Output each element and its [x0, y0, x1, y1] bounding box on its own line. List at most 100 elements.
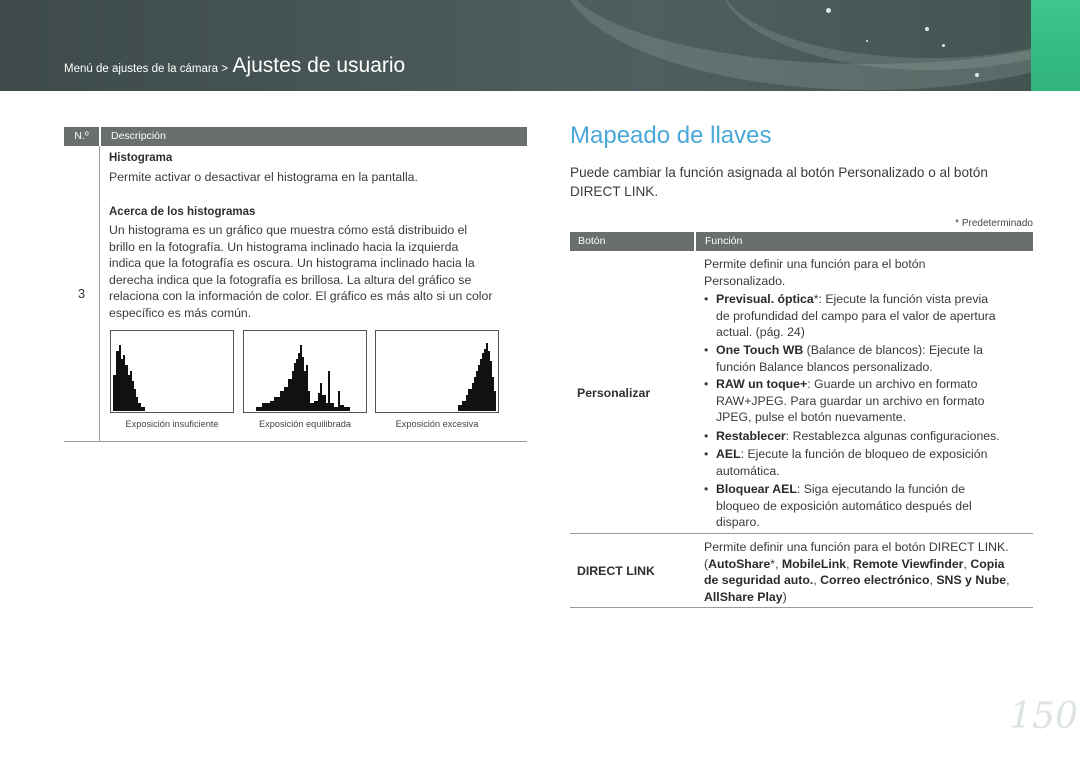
- bullet-icon: •: [704, 377, 709, 391]
- about-histograms-text: Un histograma es un gráfico que muestra …: [109, 222, 492, 322]
- about-histograms-heading: Acerca de los histogramas: [109, 206, 256, 218]
- text-line: RAW+JPEG. Para guardar un archivo en for…: [716, 393, 985, 408]
- text-line: de seguridad auto., Correo electrónico, …: [704, 572, 1009, 589]
- bullet-icon: •: [704, 343, 709, 357]
- text-line: Restablecer: Restablezca algunas configu…: [716, 428, 1000, 445]
- text-line: Previsual. óptica*: Ejecute la función v…: [716, 291, 996, 308]
- table-divider: [99, 146, 100, 442]
- text-fragment: *,: [770, 556, 782, 571]
- intro-line: Puede cambiar la función asignada al bot…: [570, 165, 988, 180]
- right-table-header: Botón Función: [570, 232, 1033, 251]
- option-restablecer: Restablecer: Restablezca algunas configu…: [716, 428, 1000, 445]
- option-name: SNS y Nube: [936, 573, 1007, 588]
- option-name: Correo electrónico: [820, 573, 930, 588]
- text-line: JPEG, pulse el botón nuevamente.: [716, 410, 907, 425]
- breadcrumb: Menú de ajustes de la cámara > Ajustes d…: [64, 54, 405, 78]
- text-line: función Balance blancos personalizado.: [716, 359, 933, 374]
- header-banner: Menú de ajustes de la cámara > Ajustes d…: [0, 0, 1080, 91]
- key-direct-link: DIRECT LINK: [577, 564, 655, 578]
- chapter-tab[interactable]: [1031, 0, 1080, 91]
- option-name: Copia: [970, 556, 1005, 571]
- banner-sparkle: [866, 40, 868, 42]
- bullet-icon: •: [704, 292, 709, 306]
- option-name: Restablecer: [716, 429, 786, 443]
- caption-overexposed: Exposición excesiva: [395, 419, 479, 429]
- text-line: Permite definir una función para el botó…: [704, 257, 926, 271]
- text-fragment: ): [782, 589, 787, 604]
- section-intro: Puede cambiar la función asignada al bot…: [570, 163, 1040, 201]
- left-table-header: N.º Descripción: [64, 127, 527, 146]
- section-title: Mapeado de llaves: [570, 122, 772, 149]
- histogram-shape: [113, 345, 145, 411]
- text-line: de profundidad del campo para el valor d…: [716, 308, 996, 323]
- text-line: derecha indica que la fotografía es bril…: [109, 272, 472, 287]
- text-line: disparo.: [716, 515, 760, 530]
- option-name: One Touch WB: [716, 343, 804, 357]
- histogram-shape: [458, 343, 496, 411]
- table-bottom-rule: [570, 607, 1033, 608]
- table-row-divider: [570, 533, 1033, 534]
- histogram-heading: Histograma: [109, 152, 173, 164]
- text-line: actual. (pág. 24): [716, 325, 805, 340]
- option-raw-toque: RAW un toque+: Guarde un archivo en form…: [716, 376, 985, 426]
- text-line: Personalizado.: [704, 273, 786, 288]
- default-footnote: * Predeterminado: [955, 218, 1033, 229]
- column-button-header: Botón: [578, 235, 606, 247]
- histogram-description: Permite activar o desactivar el histogra…: [109, 170, 418, 184]
- breadcrumb-current: Ajustes de usuario: [232, 54, 406, 77]
- bullet-icon: •: [704, 447, 709, 461]
- text-line: relaciona con la información de color. E…: [109, 289, 493, 304]
- histogram-balanced-image: [243, 330, 367, 413]
- bullet-icon: •: [704, 482, 709, 496]
- banner-sparkle: [942, 44, 945, 47]
- text-line: indica que la fotografía es oscura. Un h…: [109, 256, 475, 271]
- text-line: RAW un toque+: Guarde un archivo en form…: [716, 376, 985, 393]
- option-name: AutoShare: [708, 556, 771, 571]
- option-text: *: Ejecute la función vista previa: [813, 292, 989, 306]
- caption-underexposed: Exposición insuficiente: [125, 419, 219, 429]
- column-function-header: Función: [694, 232, 742, 251]
- option-one-touch-wb: One Touch WB (Balance de blancos): Ejecu…: [716, 342, 983, 375]
- option-bloquear-ael: Bloquear AEL: Siga ejecutando la función…: [716, 481, 972, 531]
- histogram-overexposed-image: [375, 330, 499, 413]
- personalizar-intro: Permite definir una función para el botó…: [704, 256, 925, 289]
- option-text: : Siga ejecutando la función de: [796, 482, 966, 496]
- histogram-underexposed-image: [110, 330, 234, 413]
- text-line: Permite definir una función para el botó…: [704, 540, 1009, 554]
- text-line: Un histograma es un gráfico que muestra …: [109, 223, 468, 237]
- intro-line: DIRECT LINK.: [570, 184, 659, 199]
- text-line: AEL: Ejecute la función de bloqueo de ex…: [716, 446, 987, 463]
- option-text: (Balance de blancos): Ejecute la: [803, 343, 983, 357]
- text-line: AllShare Play): [704, 589, 1009, 606]
- option-name: RAW un toque+: [716, 377, 808, 391]
- banner-sparkle: [925, 27, 929, 31]
- histogram-shape: [256, 345, 350, 411]
- text-line: Bloquear AEL: Siga ejecutando la función…: [716, 481, 972, 498]
- option-name: de seguridad auto.: [704, 573, 814, 588]
- text-fragment: ,: [846, 556, 853, 571]
- option-name: AEL: [716, 447, 741, 461]
- text-line: brillo en la fotografía. Un histograma i…: [109, 239, 459, 254]
- option-name: Previsual. óptica: [716, 292, 814, 306]
- text-line: automática.: [716, 463, 780, 478]
- option-text: : Restablezca algunas configuraciones.: [785, 429, 1000, 443]
- bullet-icon: •: [704, 429, 709, 443]
- text-line: bloqueo de exposición automático después…: [716, 498, 972, 513]
- option-ael: AEL: Ejecute la función de bloqueo de ex…: [716, 446, 987, 479]
- breadcrumb-parent[interactable]: Menú de ajustes de la cámara >: [64, 63, 228, 75]
- key-personalizar: Personalizar: [577, 386, 651, 400]
- column-number-header: N.º: [74, 130, 89, 142]
- option-name: MobileLink: [781, 556, 847, 571]
- text-line: específico es más común.: [109, 305, 252, 320]
- text-fragment: ,: [1006, 573, 1010, 588]
- table-bottom-rule: [64, 441, 527, 442]
- text-line: (AutoShare*, MobileLink, Remote Viewfind…: [704, 556, 1009, 573]
- option-name: AllShare Play: [704, 589, 783, 604]
- option-name: Remote Viewfinder: [852, 556, 964, 571]
- option-name: Bloquear AEL: [716, 482, 797, 496]
- option-previsual: Previsual. óptica*: Ejecute la función v…: [716, 291, 996, 341]
- column-description-header: Descripción: [99, 127, 166, 146]
- banner-sparkle: [975, 73, 979, 77]
- option-text: : Ejecute la función de bloqueo de expos…: [740, 447, 988, 461]
- banner-sparkle: [826, 8, 831, 13]
